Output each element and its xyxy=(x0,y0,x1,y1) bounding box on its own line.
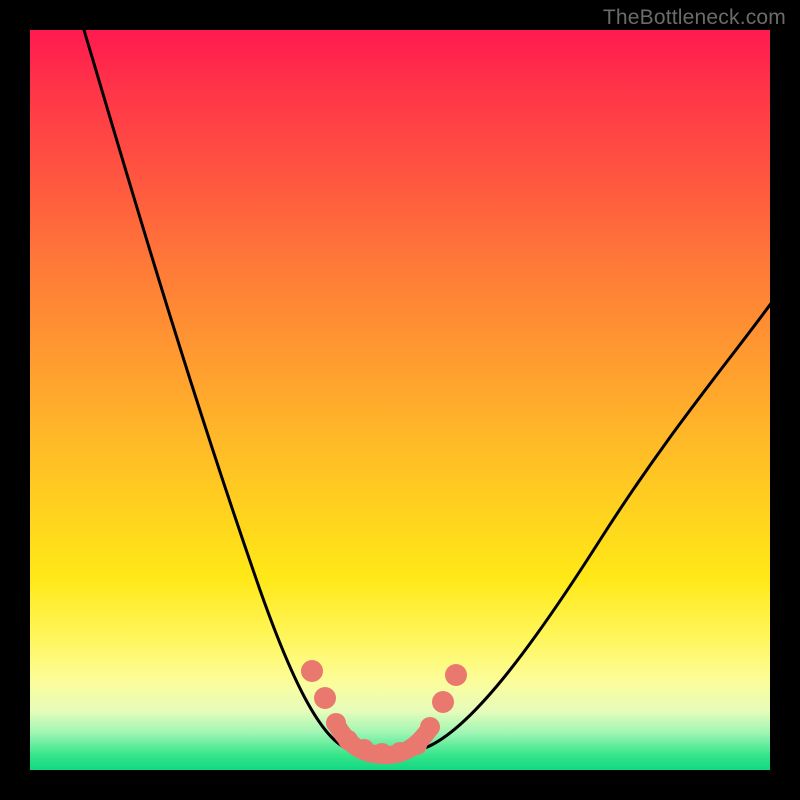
chart-svg xyxy=(30,30,770,770)
chart-plot-area xyxy=(30,30,770,770)
bottleneck-curve xyxy=(81,30,770,756)
chart-frame: TheBottleneck.com xyxy=(0,0,800,800)
marker-dots xyxy=(301,660,467,763)
watermark-text: TheBottleneck.com xyxy=(603,6,786,30)
